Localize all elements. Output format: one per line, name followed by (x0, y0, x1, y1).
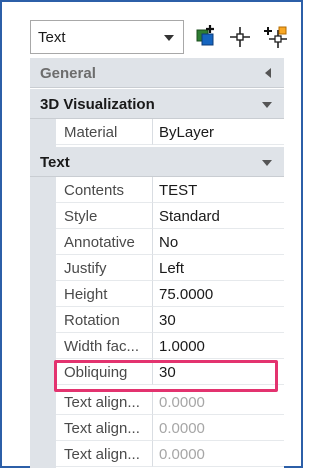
object-type-dropdown[interactable]: Text (30, 20, 184, 54)
property-row-style[interactable]: Style Standard (56, 203, 284, 229)
property-name: Justify (56, 255, 153, 281)
property-row-height[interactable]: Height 75.0000 (56, 281, 284, 307)
property-name: Obliquing (56, 359, 153, 385)
category-general[interactable]: General (30, 58, 284, 88)
property-name: Contents (56, 177, 153, 203)
property-name: Style (56, 203, 153, 229)
property-name: Annotative (56, 229, 153, 255)
property-row-width-factor[interactable]: Width fac... 1.0000 (56, 333, 284, 359)
property-name: Text align... (56, 389, 153, 415)
property-row-text-alignment-x[interactable]: Text align... 0.0000 (56, 389, 284, 415)
property-value[interactable]: TEST (153, 177, 284, 203)
quick-select-icon[interactable] (194, 24, 218, 50)
object-type-value: Text (38, 29, 66, 46)
property-name: Text align... (56, 415, 153, 441)
category-3d-visualization[interactable]: 3D Visualization (30, 89, 284, 119)
select-objects-icon[interactable] (228, 24, 252, 50)
property-value[interactable]: 1.0000 (153, 333, 284, 359)
property-row-rotation[interactable]: Rotation 30 (56, 307, 284, 333)
chevron-down-icon (164, 35, 174, 41)
chevron-left-icon[interactable] (265, 68, 271, 78)
property-value: 0.0000 (153, 441, 284, 467)
property-value: 0.0000 (153, 389, 284, 415)
property-name: Material (56, 119, 153, 145)
toggle-pickadd-icon[interactable] (263, 24, 287, 50)
property-row-justify[interactable]: Justify Left (56, 255, 284, 281)
property-row-contents[interactable]: Contents TEST (56, 177, 284, 203)
properties-palette: Text General 3D Visualization Material B… (0, 0, 303, 468)
property-value: 0.0000 (153, 415, 284, 441)
property-value[interactable]: 30 (153, 359, 284, 385)
property-name: Width fac... (56, 333, 153, 359)
category-text[interactable]: Text (30, 147, 284, 177)
property-grid: General 3D Visualization Material ByLaye… (30, 58, 284, 468)
property-name: Height (56, 281, 153, 307)
properties-toolbar: Text (30, 20, 296, 56)
property-name: Text align... (56, 441, 153, 467)
property-row-material[interactable]: Material ByLayer (56, 119, 284, 145)
category-text-label: Text (40, 154, 70, 171)
property-row-text-alignment-z[interactable]: Text align... 0.0000 (56, 441, 284, 467)
property-value[interactable]: No (153, 229, 284, 255)
property-value[interactable]: ByLayer (153, 119, 284, 145)
property-value[interactable]: Standard (153, 203, 284, 229)
category-gutter (30, 119, 56, 147)
property-row-obliquing[interactable]: Obliquing 30 (56, 359, 284, 385)
property-value[interactable]: 30 (153, 307, 284, 333)
chevron-down-icon[interactable] (262, 102, 272, 108)
category-gutter (30, 177, 56, 468)
category-3d-visualization-label: 3D Visualization (40, 96, 155, 113)
chevron-down-icon[interactable] (262, 160, 272, 166)
property-value[interactable]: 75.0000 (153, 281, 284, 307)
property-value[interactable]: Left (153, 255, 284, 281)
property-row-text-alignment-y[interactable]: Text align... 0.0000 (56, 415, 284, 441)
property-row-annotative[interactable]: Annotative No (56, 229, 284, 255)
category-general-label: General (40, 65, 96, 82)
property-name: Rotation (56, 307, 153, 333)
